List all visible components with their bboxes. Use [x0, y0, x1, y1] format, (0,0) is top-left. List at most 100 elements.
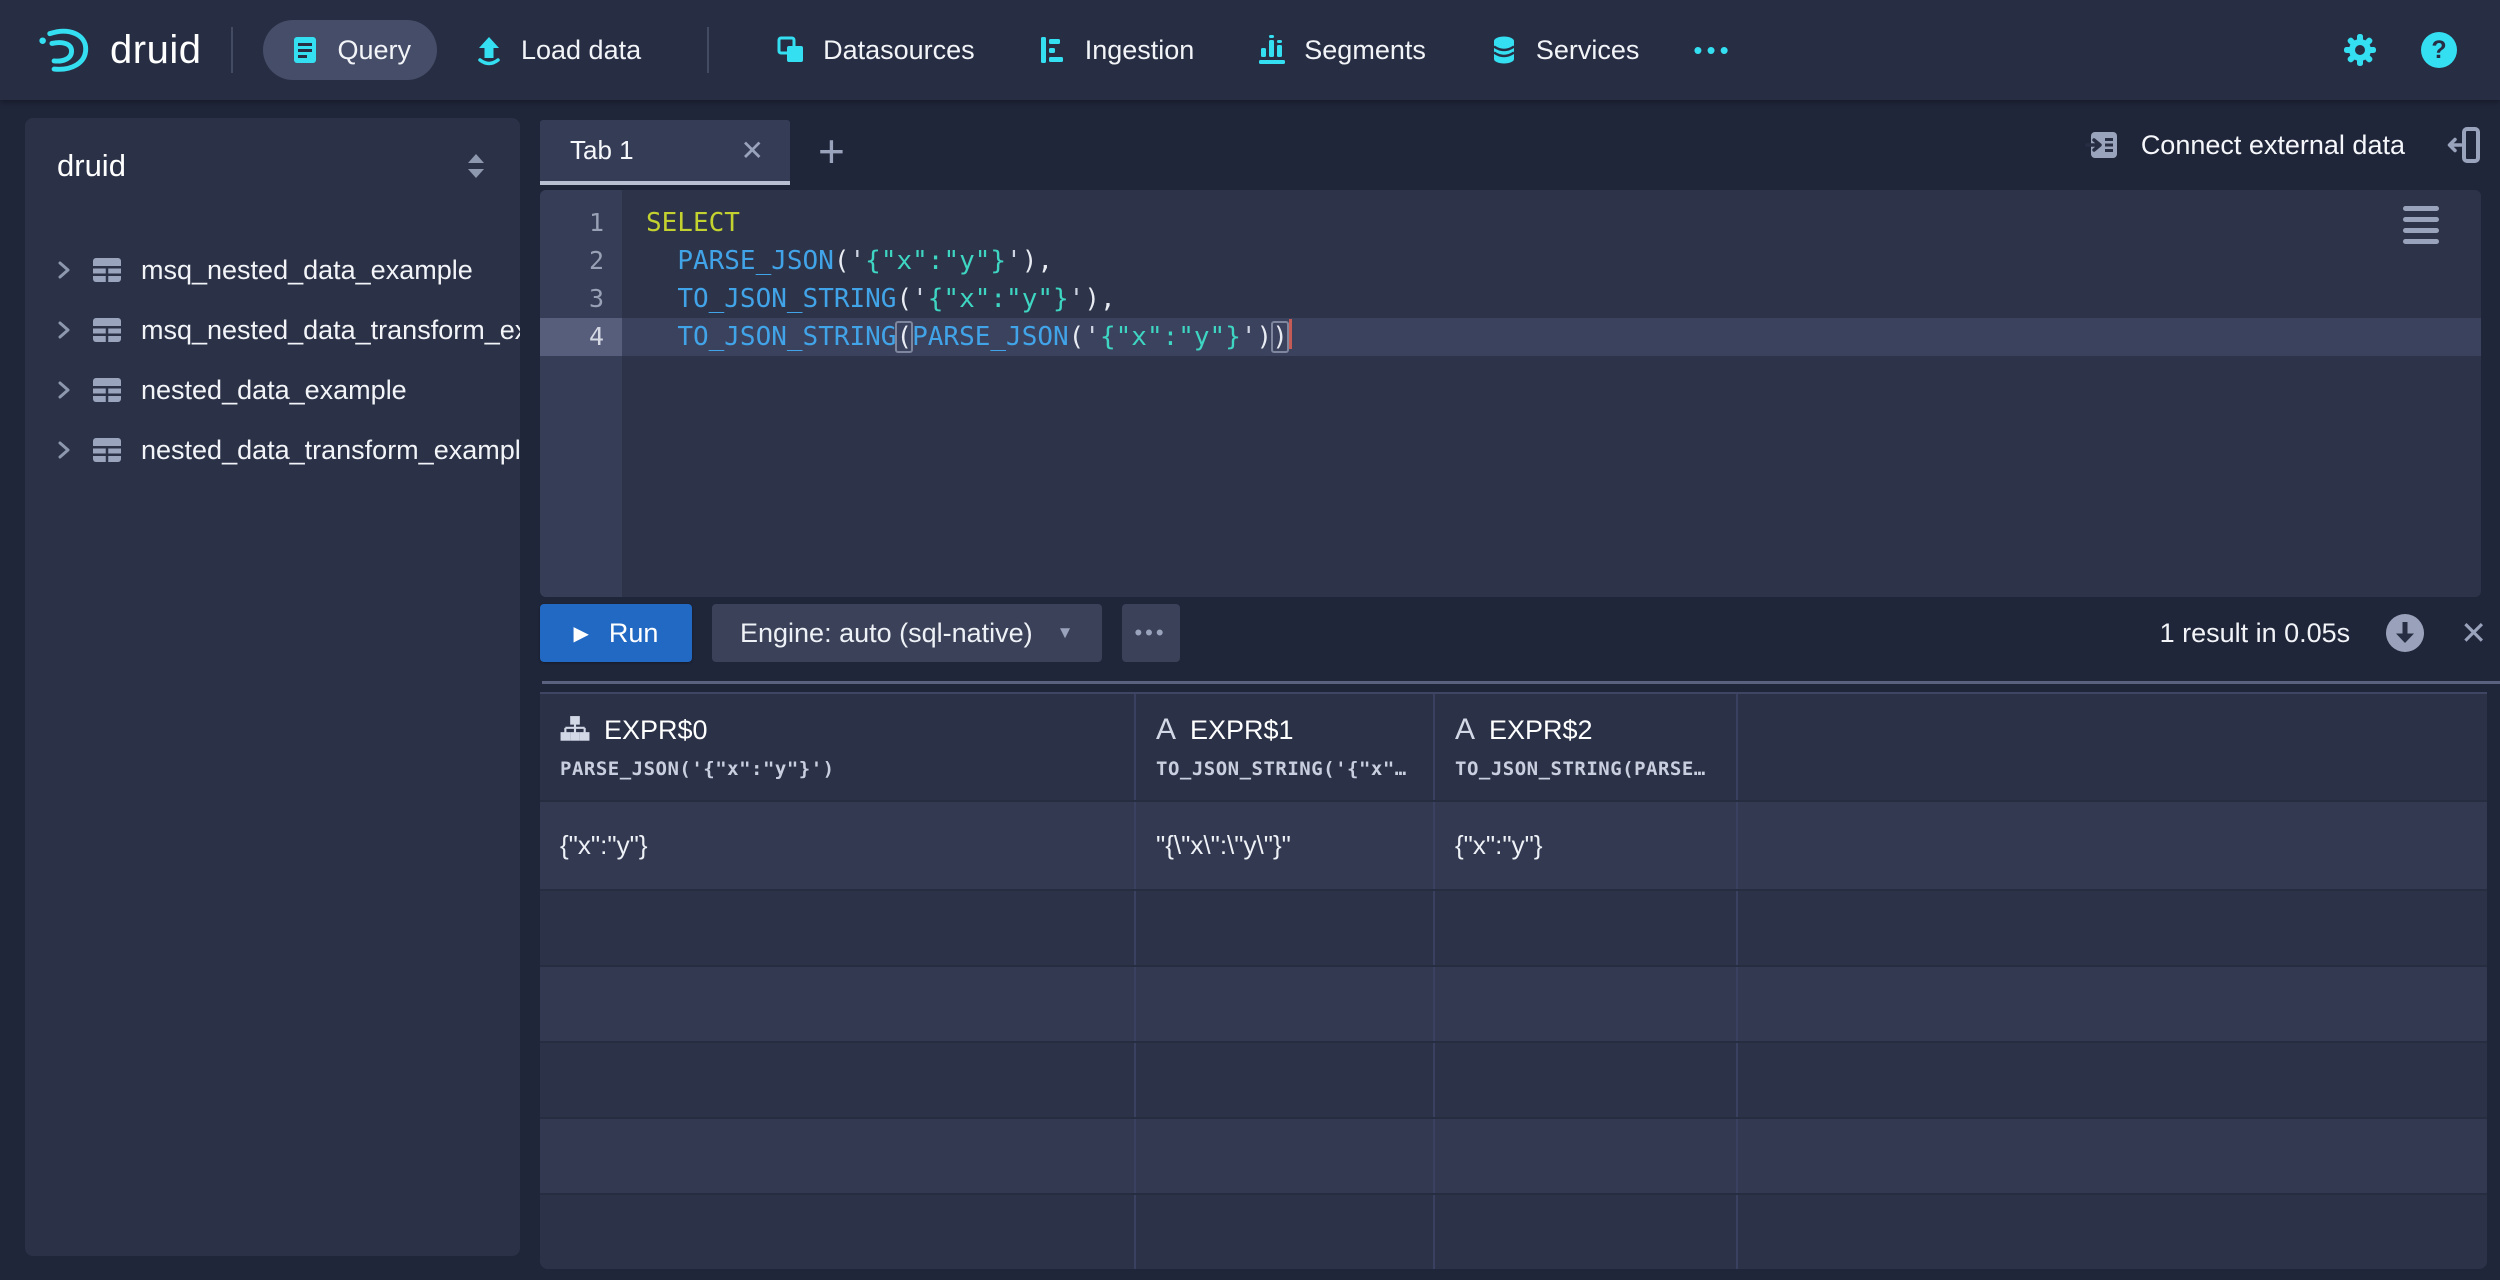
nav-item-load-data[interactable]: Load data — [447, 20, 667, 80]
nav-item-label: Load data — [521, 35, 641, 66]
segments-barchart-icon — [1256, 34, 1288, 66]
result-cell[interactable]: "{\"x\":\"y\"}" — [1136, 802, 1435, 889]
engine-select-button[interactable]: Engine: auto (sql-native) ▼ — [712, 604, 1102, 662]
code-text: SELECT — [622, 204, 2481, 242]
table-name: nested_data_transform_exampl — [141, 435, 520, 466]
code-token: {"x":"y"} — [865, 246, 1006, 276]
connect-external-data-icon — [2085, 127, 2121, 163]
column-name: EXPR$0 — [604, 715, 708, 746]
tab-close-icon[interactable]: ✕ — [741, 137, 764, 165]
results-header-row: EXPR$0 PARSE_JSON('{"x":"y"}') A EXPR$1 … — [540, 694, 2487, 800]
line-number: 3 — [540, 280, 622, 318]
sql-editor[interactable]: 1 SELECT 2 PARSE_JSON('{"x":"y"}'), 3 TO… — [540, 190, 2481, 597]
nav-more-menu[interactable]: ••• — [1675, 21, 1750, 80]
run-label: Run — [609, 618, 659, 649]
nav-item-datasources[interactable]: Datasources — [749, 20, 1001, 80]
code-token: PARSE_JSON — [677, 246, 834, 276]
close-results-icon[interactable]: ✕ — [2460, 617, 2487, 649]
table-icon — [92, 377, 122, 403]
sort-double-caret-icon[interactable] — [464, 153, 488, 179]
table-name: msq_nested_data_example — [141, 255, 473, 286]
code-lines: 1 SELECT 2 PARSE_JSON('{"x":"y"}'), 3 TO… — [540, 190, 2481, 356]
empty-cell — [1738, 891, 2487, 965]
schema-name: druid — [57, 148, 126, 184]
empty-cell — [540, 1119, 1136, 1193]
empty-cell — [1738, 1119, 2487, 1193]
chevron-right-icon[interactable] — [55, 440, 73, 460]
tree-item-table[interactable]: nested_data_example — [25, 360, 520, 420]
schema-sidebar: druid — [25, 118, 520, 1256]
empty-cell — [1136, 1043, 1435, 1117]
nav-item-query[interactable]: Query — [263, 20, 437, 80]
empty-cell — [1435, 967, 1738, 1041]
table-icon — [92, 437, 122, 463]
nav-item-label: Services — [1536, 35, 1640, 66]
chevron-right-icon[interactable] — [55, 380, 73, 400]
table-tree: msq_nested_data_example msq_nested_data_… — [25, 240, 520, 480]
column-expression: TO_JSON_STRING('{"x"… — [1156, 758, 1433, 780]
add-tab-button[interactable]: + — [818, 128, 845, 174]
divider — [231, 27, 233, 73]
table-icon — [92, 317, 122, 343]
column-header-expr1[interactable]: A EXPR$1 TO_JSON_STRING('{"x"… — [1136, 694, 1435, 800]
empty-cell — [540, 1195, 1136, 1269]
nav-item-services[interactable]: Services — [1462, 20, 1666, 80]
empty-cell — [1435, 891, 1738, 965]
help-icon[interactable]: ? — [2414, 25, 2464, 75]
code-token: ' — [850, 246, 866, 276]
code-line: 3 TO_JSON_STRING('{"x":"y"}'), — [540, 280, 2481, 318]
code-line-active: 4 TO_JSON_STRING(PARSE_JSON('{"x":"y"}')… — [540, 318, 2481, 356]
result-cell[interactable]: {"x":"y"} — [540, 802, 1136, 889]
column-expression: TO_JSON_STRING(PARSE… — [1455, 758, 1736, 780]
line-number: 1 — [540, 204, 622, 242]
code-token: ) — [1272, 322, 1288, 352]
empty-row — [540, 1193, 2487, 1269]
code-token: ( — [896, 284, 912, 314]
chevron-right-icon[interactable] — [55, 260, 73, 280]
empty-cell — [1136, 1195, 1435, 1269]
empty-cell — [1435, 1043, 1738, 1117]
chevron-down-icon: ▼ — [1057, 623, 1074, 643]
code-token: ), — [1084, 284, 1115, 314]
download-icon[interactable] — [2382, 610, 2428, 656]
empty-row — [540, 1117, 2487, 1193]
code-token: {"x":"y"} — [1100, 322, 1241, 352]
schema-selector[interactable]: druid — [25, 118, 520, 194]
nav-item-label: Datasources — [823, 35, 975, 66]
code-token: ) — [1257, 322, 1273, 352]
code-token: ), — [1022, 246, 1053, 276]
editor-menu-icon[interactable] — [2403, 206, 2439, 244]
run-button[interactable]: ▶ Run — [540, 604, 692, 662]
tree-item-table[interactable]: nested_data_transform_exampl — [25, 420, 520, 480]
tab-1[interactable]: Tab 1 ✕ — [540, 120, 790, 185]
empty-cell — [1136, 1119, 1435, 1193]
table-name: msq_nested_data_transform_ex — [141, 315, 520, 346]
collapse-panel-icon[interactable] — [2445, 124, 2483, 166]
empty-cell — [1136, 967, 1435, 1041]
empty-cell — [1136, 891, 1435, 965]
code-token: ' — [1006, 246, 1022, 276]
line-number: 4 — [540, 318, 622, 356]
code-token — [646, 284, 677, 314]
empty-cell — [1738, 1195, 2487, 1269]
empty-cell — [1738, 1043, 2487, 1117]
column-header-expr0[interactable]: EXPR$0 PARSE_JSON('{"x":"y"}') — [540, 694, 1136, 800]
tree-item-table[interactable]: msq_nested_data_transform_ex — [25, 300, 520, 360]
settings-gear-icon[interactable] — [2336, 26, 2384, 74]
code-token: {"x":"y"} — [928, 284, 1069, 314]
navbar-right: ? — [2336, 25, 2464, 75]
code-text: TO_JSON_STRING('{"x":"y"}'), — [622, 280, 2481, 318]
code-text: TO_JSON_STRING(PARSE_JSON('{"x":"y"}')) — [622, 318, 2481, 356]
query-more-button[interactable]: ••• — [1122, 604, 1180, 662]
druid-logo[interactable]: druid — [36, 26, 201, 74]
chevron-right-icon[interactable] — [55, 320, 73, 340]
empty-cell — [540, 1043, 1136, 1117]
tree-item-table[interactable]: msq_nested_data_example — [25, 240, 520, 300]
result-cell[interactable]: {"x":"y"} — [1435, 802, 1738, 889]
nav-item-ingestion[interactable]: Ingestion — [1011, 20, 1221, 80]
results-divider[interactable] — [542, 681, 2500, 684]
column-header-expr2[interactable]: A EXPR$2 TO_JSON_STRING(PARSE… — [1435, 694, 1738, 800]
column-name: EXPR$2 — [1489, 715, 1593, 746]
connect-external-data-button[interactable]: Connect external data — [2085, 127, 2405, 163]
nav-item-segments[interactable]: Segments — [1230, 20, 1452, 80]
